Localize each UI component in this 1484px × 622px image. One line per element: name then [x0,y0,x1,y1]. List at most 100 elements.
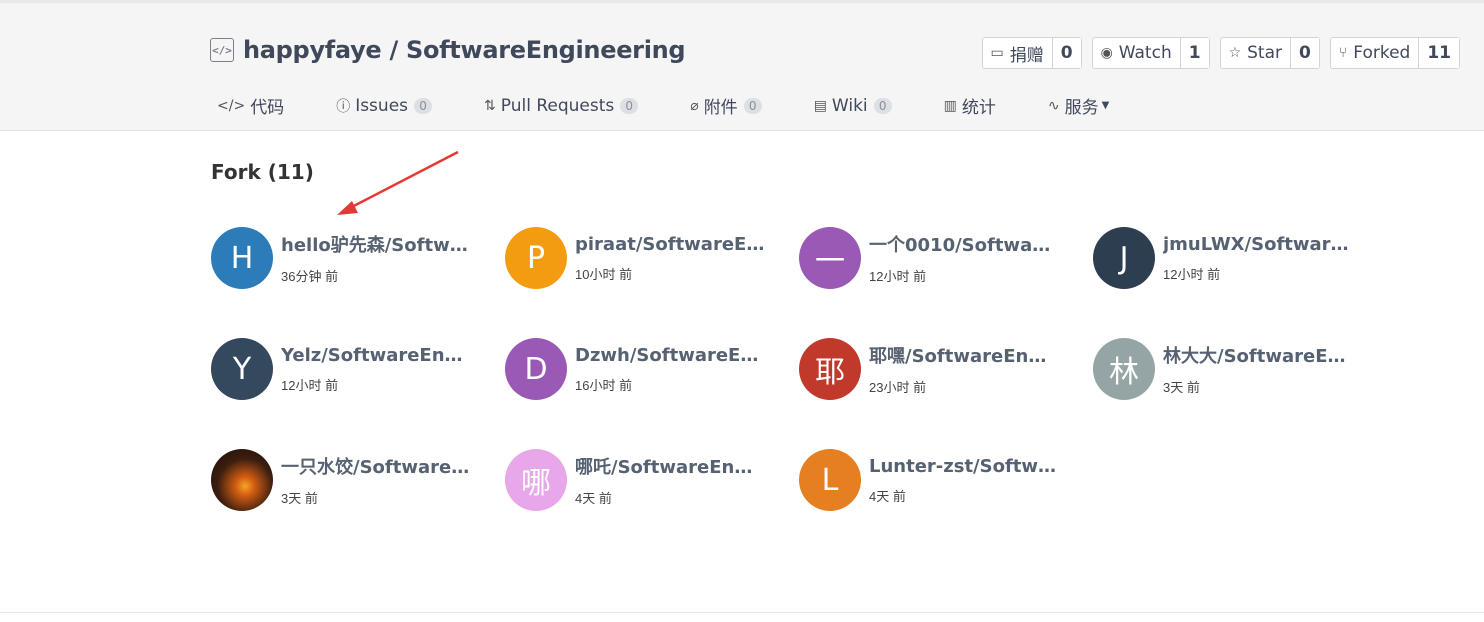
code-icon: </> [217,97,246,114]
fork-name-link[interactable]: 林大大/SoftwareEngineering [1163,342,1353,368]
issues-count-badge: 0 [414,97,433,114]
fork-item[interactable]: JjmuLWX/SoftwareEngineering 12小时 前 [1093,227,1387,289]
fork-name-link[interactable]: Yelz/SoftwareEngineering [281,345,471,366]
wiki-icon: ▤ [813,97,827,114]
fork-name-link[interactable]: 哪吒/SoftwareEngineering [575,453,765,479]
tab-issues-label: Issues [355,95,409,116]
star-label: Star [1247,43,1283,63]
repo-actions: ▭ 捐赠 0 ◉ Watch 1 ☆ Star 0 ⑂ Forked 11 [981,37,1460,69]
avatar[interactable]: D [505,338,567,400]
fork-item[interactable]: 一一个0010/SoftwareEngineering 12小时 前 [799,227,1093,289]
fork-info: Lunter-zst/SoftwareEngineering 4天 前 [869,456,1059,505]
forked-button[interactable]: ⑂ Forked 11 [1329,37,1460,69]
fork-time: 3天 前 [281,491,318,506]
fork-item[interactable]: 耶耶嘿/SoftwareEngineering 23小时 前 [799,338,1093,400]
watch-button[interactable]: ◉ Watch 1 [1091,37,1210,69]
tab-issues[interactable]: ⓘ Issues 0 [336,95,433,116]
eye-icon: ◉ [1100,45,1113,61]
donate-count[interactable]: 0 [1052,38,1081,68]
tab-wiki[interactable]: ▤ Wiki 0 [814,96,892,116]
pulse-icon: ∿ [1047,97,1060,114]
star-count[interactable]: 0 [1291,38,1319,68]
fork-time: 16小时 前 [575,377,633,393]
tab-services-label: 服务 [1064,98,1099,118]
donate-icon: ▭ [990,45,1004,61]
fork-name-link[interactable]: 一只水饺/SoftwareEngineering [281,453,471,479]
repo-title-bar: </> happyfaye / SoftwareEngineering [210,36,686,64]
fork-info: 林大大/SoftwareEngineering 3天 前 [1163,342,1353,396]
fork-item[interactable]: Ppiraat/SoftwareEngineering 10小时 前 [505,227,799,289]
avatar[interactable]: J [1093,227,1155,289]
fork-info: Yelz/SoftwareEngineering 12小时 前 [281,345,471,394]
fork-item[interactable]: Y Yelz/SoftwareEngineering 12小时 前 [211,338,505,400]
repo-title[interactable]: happyfaye / SoftwareEngineering [243,36,686,64]
fork-time: 10小时 前 [575,266,633,282]
fork-name-link[interactable]: piraat/SoftwareEngineering [575,234,765,255]
fork-list: Hhello驴先森/SoftwareEngineering 36分钟 前 Ppira… [211,227,1387,511]
fork-section-title: Fork (11) [211,160,314,184]
fork-item[interactable]: Hhello驴先森/SoftwareEngineering 36分钟 前 [211,227,505,289]
pull-request-icon: ⇅ [484,97,496,114]
tab-statistics-label: 统计 [961,98,996,118]
tab-attachments-label: 附件 [703,98,738,118]
fork-time: 4天 前 [575,491,612,506]
fork-name-link[interactable]: hello驴先森/SoftwareEngineering [281,231,471,257]
fork-info: 耶嘿/SoftwareEngineering 23小时 前 [869,342,1059,396]
fork-item[interactable]: 一只水饺/SoftwareEngineering 3天 前 [211,449,505,511]
tab-code-label: 代码 [250,98,285,118]
avatar[interactable]: 一 [799,227,861,289]
repo-header: </> happyfaye / SoftwareEngineering ▭ 捐赠 … [0,0,1484,131]
fork-item[interactable]: L Lunter-zst/SoftwareEngineering 4天 前 [799,449,1093,511]
fork-time: 4天 前 [869,488,906,504]
repo-tabs: </> 代码 ⓘ Issues 0 ⇅ Pull Requests 0 ⌀ 附件 0 ▤ Wik… [217,93,1161,119]
avatar[interactable]: Y [211,338,273,400]
fork-info: jmuLWX/SoftwareEngineering 12小时 前 [1163,234,1353,283]
avatar[interactable] [211,449,273,511]
fork-info: hello驴先森/SoftwareEngineering 36分钟 前 [281,231,471,285]
watch-count[interactable]: 1 [1180,38,1209,68]
forked-count[interactable]: 11 [1419,38,1459,68]
footer-divider [0,612,1484,613]
fork-item[interactable]: 林林大大/SoftwareEngineering 3天 前 [1093,338,1387,400]
tab-pull-requests[interactable]: ⇅ Pull Requests 0 [484,96,639,116]
donate-button[interactable]: ▭ 捐赠 0 [981,37,1082,69]
fork-info: piraat/SoftwareEngineering 10小时 前 [575,234,765,283]
fork-name-link[interactable]: 一个0010/SoftwareEngineering [869,231,1059,257]
attachments-count-badge: 0 [743,97,762,114]
fork-item[interactable]: D Dzwh/SoftwareEngineering 16小时 前 [505,338,799,400]
fork-time: 12小时 前 [1163,266,1221,282]
fork-name-link[interactable]: Dzwh/SoftwareEngineering [575,345,765,366]
fork-time: 23小时 前 [869,380,927,395]
avatar[interactable]: L [799,449,861,511]
fork-info: Dzwh/SoftwareEngineering 16小时 前 [575,345,765,394]
fork-time: 12小时 前 [281,377,339,393]
donate-label: 捐赠 [1009,45,1044,66]
avatar[interactable]: P [505,227,567,289]
fork-icon: ⑂ [1338,45,1348,61]
avatar[interactable]: 耶 [799,338,861,400]
fork-name-link[interactable]: Lunter-zst/SoftwareEngineering [869,456,1059,477]
tab-attachments[interactable]: ⌀ 附件 0 [690,93,762,118]
fork-info: 一只水饺/SoftwareEngineering 3天 前 [281,453,471,507]
avatar[interactable]: 林 [1093,338,1155,400]
star-button[interactable]: ☆ Star 0 [1219,37,1320,69]
star-icon: ☆ [1228,45,1242,61]
forked-label: Forked [1353,43,1411,63]
fork-time: 36分钟 前 [281,269,339,284]
avatar[interactable]: H [211,227,273,289]
avatar[interactable]: 哪 [505,449,567,511]
repo-code-icon: </> [210,38,234,62]
tab-statistics[interactable]: ▥ 统计 [943,93,996,119]
fork-time: 12小时 前 [869,269,927,284]
chevron-down-icon: ▼ [1101,100,1110,111]
fork-name-link[interactable]: jmuLWX/SoftwareEngineering [1163,234,1353,255]
fork-info: 一个0010/SoftwareEngineering 12小时 前 [869,231,1059,285]
chart-icon: ▥ [943,97,957,114]
fork-time: 3天 前 [1163,380,1200,395]
fork-item[interactable]: 哪哪吒/SoftwareEngineering 4天 前 [505,449,799,511]
tab-code[interactable]: </> 代码 [217,93,285,119]
tab-services[interactable]: ∿ 服务 ▼ [1047,93,1110,119]
attachment-icon: ⌀ [690,97,699,114]
wiki-count-badge: 0 [873,97,892,114]
fork-name-link[interactable]: 耶嘿/SoftwareEngineering [869,342,1059,368]
